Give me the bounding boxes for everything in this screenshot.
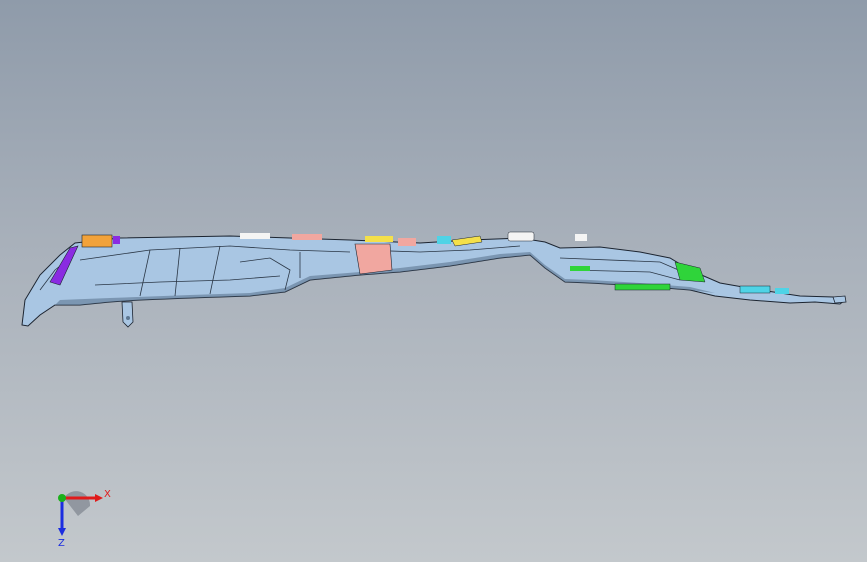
part-white-3 [575,234,587,241]
end-hook [832,295,847,304]
part-green-2 [674,261,706,283]
y-axis-dot [58,494,66,502]
x-axis-label: X [104,489,111,500]
part-white-2 [240,233,270,239]
coordinate-triad[interactable]: X Z [40,478,120,548]
3d-viewport[interactable]: X Z [0,0,867,562]
triad-shadow [64,491,91,516]
part-pink-right [398,238,416,246]
cad-model-view[interactable] [0,0,867,562]
model-body [21,235,847,327]
part-yellow-1 [365,236,393,242]
part-green-3 [570,266,590,271]
x-axis-arrow [95,494,103,502]
part-cyan-right-2 [775,288,789,294]
part-cyan-right [739,285,771,294]
bracket-hole [126,316,130,320]
part-pink [354,243,393,275]
part-orange [81,234,113,248]
part-purple-small [113,236,120,244]
part-white-1 [507,231,535,242]
part-pink-top [292,234,322,240]
z-axis-label: Z [58,538,65,548]
z-axis-arrow [58,528,66,536]
bracket-tab [121,301,134,328]
part-green-1 [614,283,671,291]
part-cyan [437,236,451,244]
